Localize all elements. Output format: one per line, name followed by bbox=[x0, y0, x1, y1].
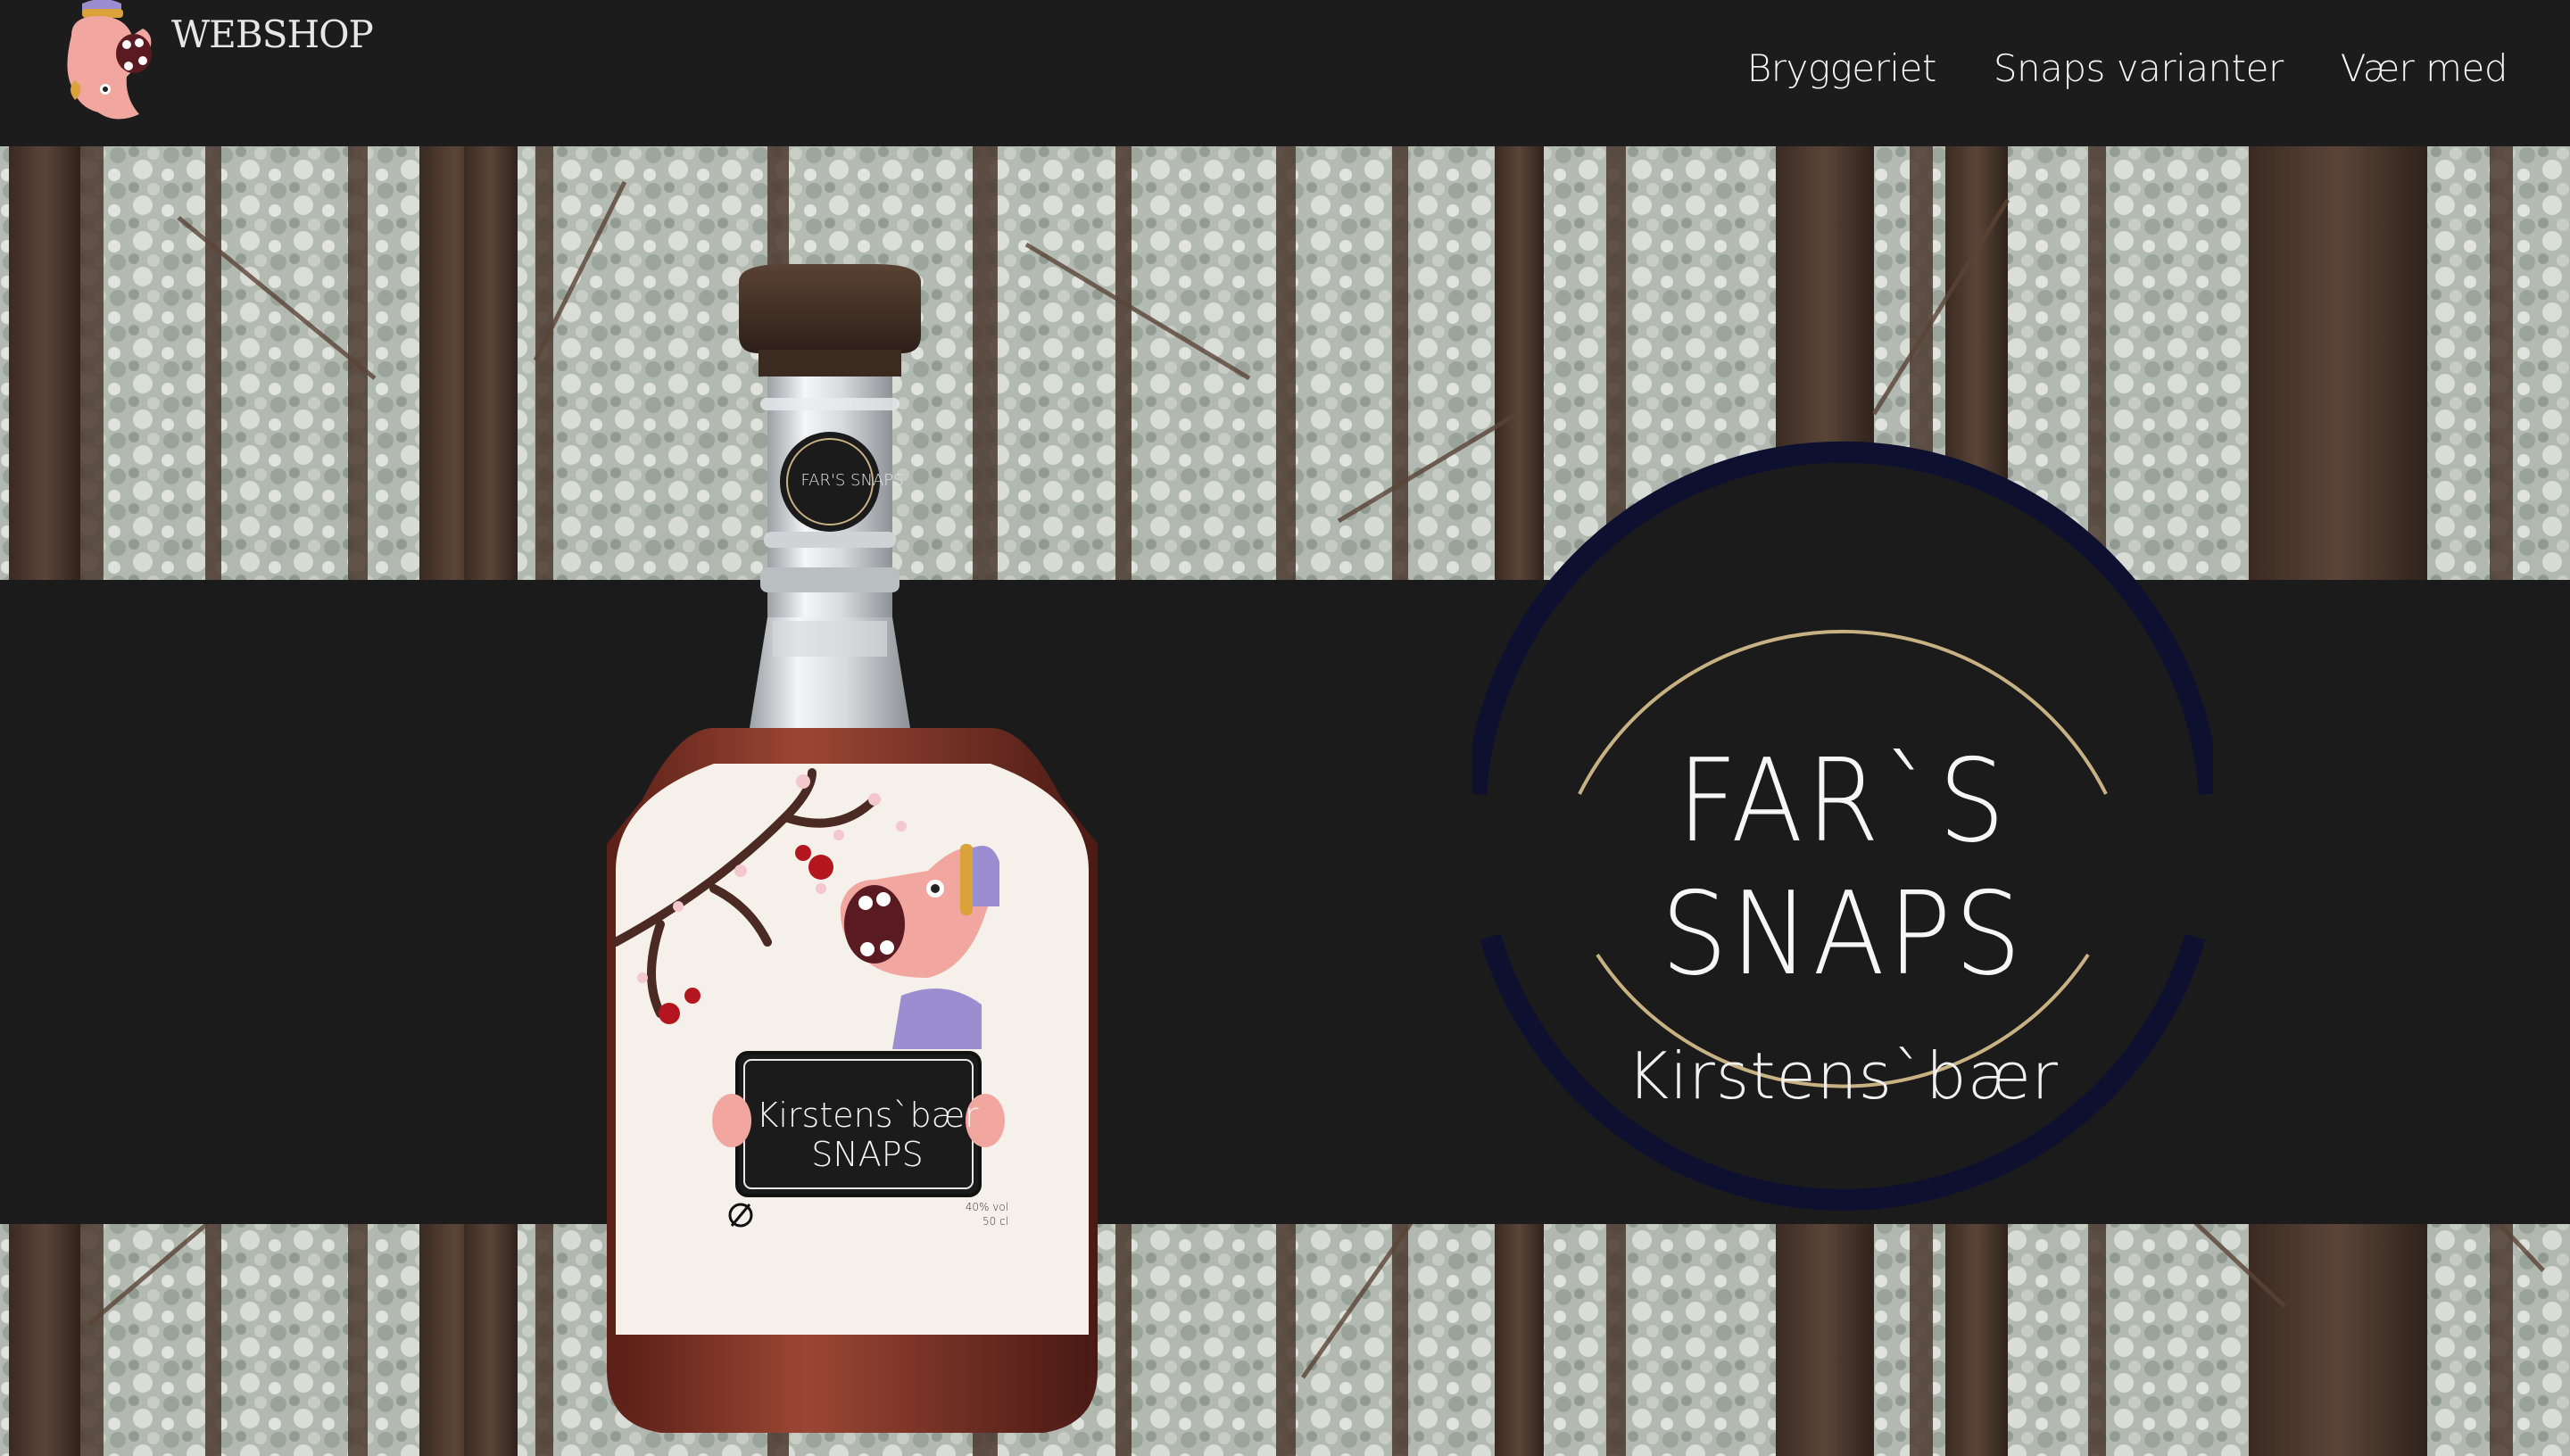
bottle-plaque-line1: Kirstens`bær bbox=[756, 1096, 979, 1135]
logo-link[interactable]: WEBSHOP bbox=[0, 0, 374, 134]
bottle-abv: 40% vol bbox=[965, 1201, 1008, 1213]
logo-text: WEBSHOP bbox=[171, 12, 374, 56]
nav-item-bryggeriet[interactable]: Bryggeriet bbox=[1747, 46, 1937, 90]
snaps-bottle-image bbox=[607, 264, 1098, 1433]
bottle-plaque-line2: SNAPS bbox=[811, 1135, 924, 1174]
bottle-volume: 50 cl bbox=[982, 1215, 1008, 1228]
nav-item-snaps-varianter[interactable]: Snaps varianter bbox=[1994, 46, 2284, 90]
main-nav: Bryggeriet Snaps varianter Vær med bbox=[1747, 46, 2508, 90]
brand-subtitle: Kirstens`bær bbox=[1626, 1038, 2059, 1113]
site-header: WEBSHOP Bryggeriet Snaps varianter Vær m… bbox=[0, 0, 2570, 146]
bottle-neck-label: FAR'S SNAPS bbox=[800, 471, 904, 490]
brand-title: FAR`S SNAPS bbox=[1661, 735, 2025, 1001]
hero-section: FAR`S SNAPS Kirstens`bær FAR'S SNAPS Kir… bbox=[0, 146, 2570, 1456]
nav-item-vaer-med[interactable]: Vær med bbox=[2341, 46, 2508, 90]
